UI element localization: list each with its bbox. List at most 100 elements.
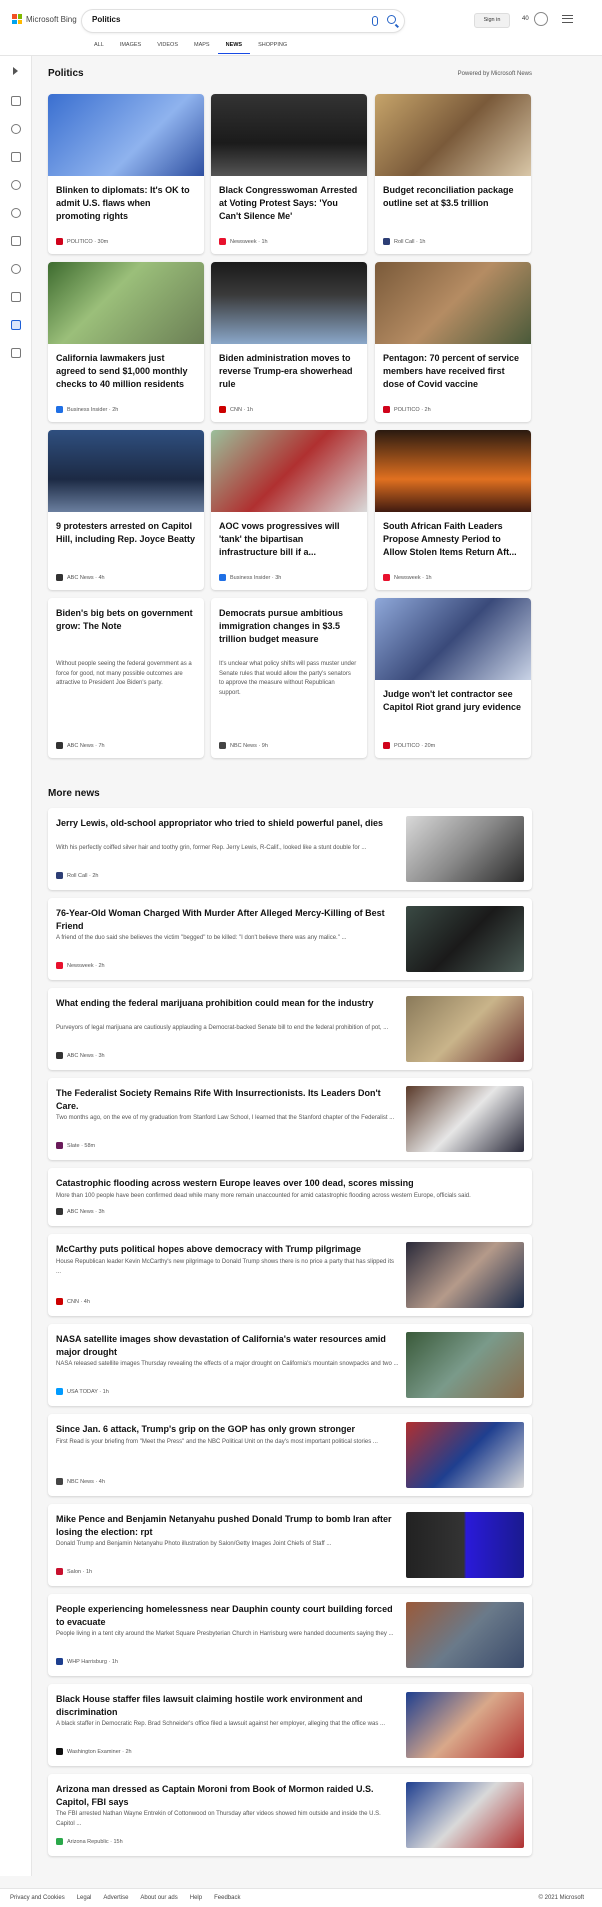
nav-maps[interactable]: MAPS bbox=[186, 40, 218, 54]
news-card-image[interactable] bbox=[48, 262, 204, 344]
source-and-time[interactable]: POLITICO · 2h bbox=[394, 407, 431, 413]
news-card-image[interactable] bbox=[375, 94, 531, 176]
news-item-title[interactable]: McCarthy puts political hopes above demo… bbox=[56, 1243, 400, 1256]
news-card[interactable]: Biden's big bets on government grow: The… bbox=[48, 598, 204, 758]
news-item-title[interactable]: NASA satellite images show devastation o… bbox=[56, 1333, 400, 1359]
nav-all[interactable]: ALL bbox=[86, 40, 112, 54]
news-item-title[interactable]: Since Jan. 6 attack, Trump's grip on the… bbox=[56, 1423, 400, 1436]
politics-icon[interactable] bbox=[11, 320, 21, 330]
source-and-time[interactable]: Slate · 58m bbox=[67, 1143, 95, 1149]
source-and-time[interactable]: Salon · 1h bbox=[67, 1569, 92, 1575]
news-item-title[interactable]: Catastrophic flooding across western Eur… bbox=[56, 1177, 524, 1190]
news-card-image[interactable] bbox=[375, 598, 531, 680]
news-list-item[interactable]: People experiencing homelessness near Da… bbox=[48, 1594, 532, 1676]
news-list-item[interactable]: McCarthy puts political hopes above demo… bbox=[48, 1234, 532, 1316]
news-item-image[interactable] bbox=[406, 1782, 524, 1848]
news-card[interactable]: Budget reconciliation package outline se… bbox=[375, 94, 531, 254]
news-item-image[interactable] bbox=[406, 816, 524, 882]
source-and-time[interactable]: Roll Call · 2h bbox=[67, 873, 98, 879]
news-list-item[interactable]: Since Jan. 6 attack, Trump's grip on the… bbox=[48, 1414, 532, 1496]
sports-icon[interactable] bbox=[11, 124, 21, 134]
footer-link-feedback[interactable]: Feedback bbox=[214, 1895, 240, 1901]
source-and-time[interactable]: Roll Call · 1h bbox=[394, 239, 425, 245]
news-card-image[interactable] bbox=[48, 430, 204, 512]
news-card-title[interactable]: Budget reconciliation package outline se… bbox=[383, 184, 523, 210]
news-card-image[interactable] bbox=[211, 430, 367, 512]
news-card[interactable]: Black Congresswoman Arrested at Voting P… bbox=[211, 94, 367, 254]
news-list-item[interactable]: 76-Year-Old Woman Charged With Murder Af… bbox=[48, 898, 532, 980]
expand-arrow-icon[interactable] bbox=[13, 67, 18, 75]
footer-link-help[interactable]: Help bbox=[190, 1895, 202, 1901]
news-card-title[interactable]: Pentagon: 70 percent of service members … bbox=[383, 352, 523, 391]
home-icon[interactable] bbox=[11, 96, 21, 106]
rewards-icon[interactable] bbox=[534, 12, 548, 26]
news-list-item[interactable]: Jerry Lewis, old-school appropriator who… bbox=[48, 808, 532, 890]
news-card[interactable]: Judge won't let contractor see Capitol R… bbox=[375, 598, 531, 758]
news-card[interactable]: South African Faith Leaders Propose Amne… bbox=[375, 430, 531, 590]
nav-shopping[interactable]: SHOPPING bbox=[250, 40, 295, 54]
news-card[interactable]: Democrats pursue ambitious immigration c… bbox=[211, 598, 367, 758]
news-card-image[interactable] bbox=[211, 262, 367, 344]
news-list-item[interactable]: Black House staffer files lawsuit claimi… bbox=[48, 1684, 532, 1766]
news-item-title[interactable]: Arizona man dressed as Captain Moroni fr… bbox=[56, 1783, 400, 1809]
news-item-title[interactable]: People experiencing homelessness near Da… bbox=[56, 1603, 400, 1629]
sign-in-button[interactable]: Sign in bbox=[474, 13, 510, 28]
source-and-time[interactable]: ABC News · 4h bbox=[67, 575, 105, 581]
news-item-image[interactable] bbox=[406, 1602, 524, 1668]
news-item-title[interactable]: Jerry Lewis, old-school appropriator who… bbox=[56, 817, 400, 830]
news-card-title[interactable]: Democrats pursue ambitious immigration c… bbox=[219, 607, 359, 646]
search-icon[interactable] bbox=[387, 15, 396, 24]
money-icon[interactable] bbox=[11, 348, 21, 358]
location-icon[interactable] bbox=[11, 180, 21, 190]
news-card-title[interactable]: AOC vows progressives will 'tank' the bi… bbox=[219, 520, 359, 559]
bing-logo[interactable]: Microsoft Bing bbox=[12, 14, 77, 24]
news-item-title[interactable]: Mike Pence and Benjamin Netanyahu pushed… bbox=[56, 1513, 400, 1539]
nav-images[interactable]: IMAGES bbox=[112, 40, 149, 54]
news-card-title[interactable]: California lawmakers just agreed to send… bbox=[56, 352, 196, 391]
news-list-item[interactable]: Arizona man dressed as Captain Moroni fr… bbox=[48, 1774, 532, 1856]
news-item-image[interactable] bbox=[406, 906, 524, 972]
news-card[interactable]: AOC vows progressives will 'tank' the bi… bbox=[211, 430, 367, 590]
news-item-image[interactable] bbox=[406, 1086, 524, 1152]
news-list-item[interactable]: NASA satellite images show devastation o… bbox=[48, 1324, 532, 1406]
news-card-title[interactable]: Blinken to diplomats: It's OK to admit U… bbox=[56, 184, 196, 223]
menu-icon[interactable] bbox=[562, 15, 573, 23]
source-and-time[interactable]: CNN · 1h bbox=[230, 407, 253, 413]
news-item-image[interactable] bbox=[406, 1422, 524, 1488]
news-item-image[interactable] bbox=[406, 1512, 524, 1578]
source-and-time[interactable]: POLITICO · 20m bbox=[394, 743, 435, 749]
news-card-title[interactable]: 9 protesters arrested on Capitol Hill, i… bbox=[56, 520, 196, 546]
source-and-time[interactable]: Business Insider · 3h bbox=[230, 575, 281, 581]
news-card[interactable]: Biden administration moves to reverse Tr… bbox=[211, 262, 367, 422]
news-card[interactable]: California lawmakers just agreed to send… bbox=[48, 262, 204, 422]
globe-icon[interactable] bbox=[11, 208, 21, 218]
source-and-time[interactable]: USA TODAY · 1h bbox=[67, 1389, 109, 1395]
news-list-item[interactable]: Mike Pence and Benjamin Netanyahu pushed… bbox=[48, 1504, 532, 1586]
news-item-title[interactable]: 76-Year-Old Woman Charged With Murder Af… bbox=[56, 907, 400, 933]
news-card-title[interactable]: Biden's big bets on government grow: The… bbox=[56, 607, 196, 633]
news-card-image[interactable] bbox=[375, 262, 531, 344]
rewards-points[interactable]: 40 bbox=[522, 16, 529, 22]
powered-by[interactable]: Powered by Microsoft News bbox=[458, 71, 532, 77]
news-item-title[interactable]: The Federalist Society Remains Rife With… bbox=[56, 1087, 400, 1113]
footer-link-about-ads[interactable]: About our ads bbox=[140, 1895, 177, 1901]
news-item-image[interactable] bbox=[406, 1242, 524, 1308]
source-and-time[interactable]: CNN · 4h bbox=[67, 1299, 90, 1305]
source-and-time[interactable]: Newsweek · 2h bbox=[67, 963, 105, 969]
source-and-time[interactable]: Newsweek · 1h bbox=[230, 239, 268, 245]
source-and-time[interactable]: POLITICO · 30m bbox=[67, 239, 108, 245]
source-and-time[interactable]: ABC News · 3h bbox=[67, 1053, 105, 1059]
news-item-image[interactable] bbox=[406, 996, 524, 1062]
news-list-item[interactable]: The Federalist Society Remains Rife With… bbox=[48, 1078, 532, 1160]
news-card-image[interactable] bbox=[375, 430, 531, 512]
news-card[interactable]: 9 protesters arrested on Capitol Hill, i… bbox=[48, 430, 204, 590]
source-and-time[interactable]: Newsweek · 1h bbox=[394, 575, 432, 581]
flag-icon[interactable] bbox=[11, 152, 21, 162]
source-and-time[interactable]: NBC News · 9h bbox=[230, 743, 268, 749]
nav-news[interactable]: NEWS bbox=[217, 40, 251, 54]
news-item-title[interactable]: Black House staffer files lawsuit claimi… bbox=[56, 1693, 400, 1719]
source-and-time[interactable]: WHP Harrisburg · 1h bbox=[67, 1659, 118, 1665]
news-card[interactable]: Blinken to diplomats: It's OK to admit U… bbox=[48, 94, 204, 254]
footer-link-privacy[interactable]: Privacy and Cookies bbox=[10, 1895, 65, 1901]
news-list-item[interactable]: Catastrophic flooding across western Eur… bbox=[48, 1168, 532, 1226]
